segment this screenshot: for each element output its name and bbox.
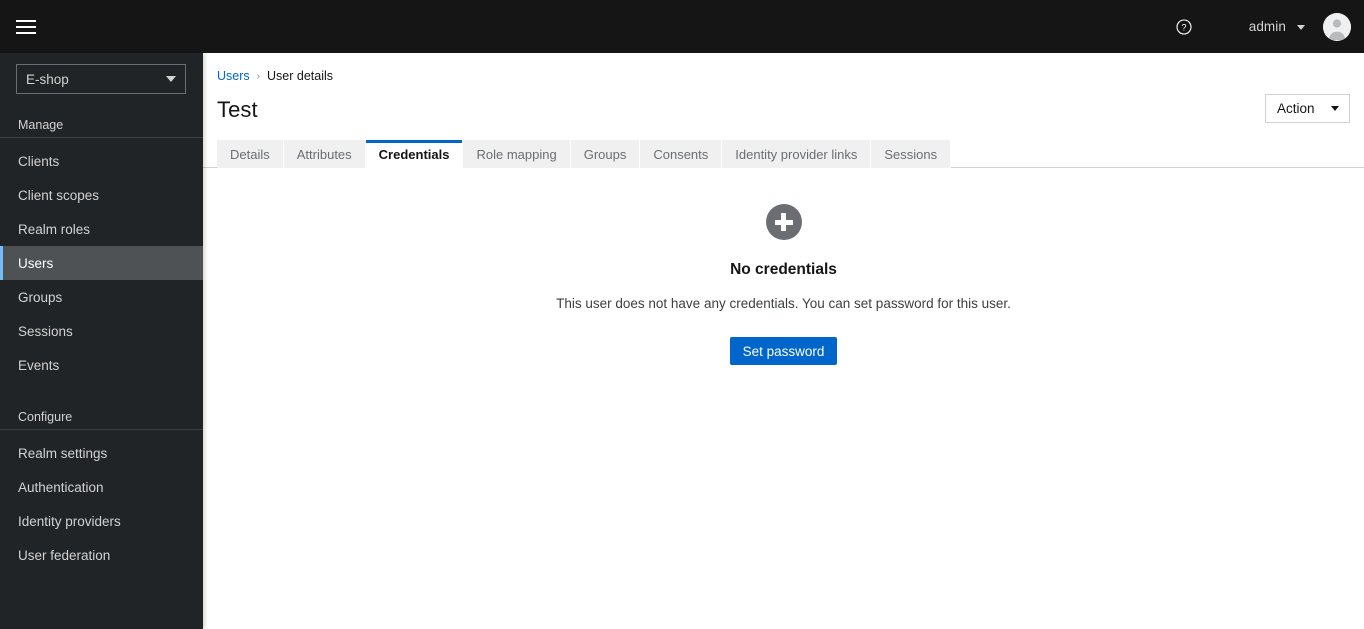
sidebar: E-shop Manage Clients Client scopes Real… <box>0 53 203 629</box>
breadcrumb-current: User details <box>267 69 333 83</box>
realm-selector-value: E-shop <box>26 71 69 87</box>
sidebar-item-user-federation[interactable]: User federation <box>0 538 203 572</box>
sidebar-item-label: Clients <box>18 153 60 169</box>
nav-list-configure: Realm settings Authentication Identity p… <box>0 430 203 572</box>
nav-list-manage: Clients Client scopes Realm roles Users … <box>0 138 203 382</box>
sidebar-item-identity-providers[interactable]: Identity providers <box>0 504 203 538</box>
username-label: admin <box>1248 19 1286 34</box>
svg-text:?: ? <box>1181 22 1186 32</box>
sidebar-item-label: Groups <box>18 289 63 305</box>
tab-label: Identity provider links <box>735 146 858 162</box>
sidebar-item-users[interactable]: Users <box>0 246 203 280</box>
set-password-button[interactable]: Set password <box>729 337 838 365</box>
hamburger-menu-icon[interactable] <box>3 0 49 53</box>
sidebar-item-realm-roles[interactable]: Realm roles <box>0 212 203 246</box>
user-menu-toggle[interactable]: admin <box>1249 19 1305 34</box>
empty-state-body: This user does not have any credentials.… <box>556 296 1011 311</box>
action-dropdown-label: Action <box>1277 101 1315 116</box>
avatar[interactable] <box>1323 12 1351 41</box>
sidebar-item-authentication[interactable]: Authentication <box>0 470 203 504</box>
tab-list: Details Attributes Credentials Role mapp… <box>203 140 1364 169</box>
sidebar-item-label: User federation <box>18 547 111 563</box>
tab-label: Consents <box>653 146 709 162</box>
tab-credentials[interactable]: Credentials <box>365 140 464 169</box>
masthead-toolbar: ? admin <box>1167 0 1364 53</box>
sidebar-item-realm-settings[interactable]: Realm settings <box>0 436 203 470</box>
tab-label: Attributes <box>296 146 352 162</box>
sidebar-item-sessions[interactable]: Sessions <box>0 314 203 348</box>
tab-label: Credentials <box>378 146 450 162</box>
tab-attributes[interactable]: Attributes <box>283 140 366 168</box>
sidebar-item-label: Sessions <box>18 323 73 339</box>
caret-down-icon <box>166 76 176 82</box>
main-content: Users › User details Test Action Details… <box>203 53 1364 629</box>
tab-bar: Details Attributes Credentials Role mapp… <box>203 140 1364 169</box>
keycloak-admin-console: ? admin E-shop Manage Clients Client sco… <box>0 0 1364 629</box>
tab-details[interactable]: Details <box>217 140 284 168</box>
sidebar-item-label: Client scopes <box>18 187 100 203</box>
masthead: ? admin <box>0 0 1364 53</box>
nav-section-title-configure: Configure <box>0 404 203 430</box>
caret-down-icon <box>1330 106 1339 111</box>
breadcrumb: Users › User details <box>217 67 1344 85</box>
breadcrumb-link-users[interactable]: Users <box>217 69 250 83</box>
help-circle-icon[interactable]: ? <box>1167 10 1201 44</box>
sidebar-item-clients[interactable]: Clients <box>0 144 203 178</box>
sidebar-item-label: Events <box>18 357 60 373</box>
plus-circle-icon <box>765 204 802 240</box>
hamburger-bar <box>16 31 36 34</box>
action-dropdown[interactable]: Action <box>1265 94 1350 123</box>
sidebar-item-groups[interactable]: Groups <box>0 280 203 314</box>
sidebar-item-label: Realm settings <box>18 445 108 461</box>
tab-groups[interactable]: Groups <box>570 140 641 168</box>
sidebar-item-label: Identity providers <box>18 513 121 529</box>
empty-state-title: No credentials <box>730 261 837 278</box>
breadcrumb-separator-icon: › <box>256 70 260 82</box>
tab-label: Groups <box>583 146 627 162</box>
tab-sessions[interactable]: Sessions <box>871 140 952 168</box>
sidebar-item-events[interactable]: Events <box>0 348 203 382</box>
tab-role-mapping[interactable]: Role mapping <box>463 140 571 168</box>
hamburger-bar <box>16 19 36 22</box>
sidebar-item-label: Realm roles <box>18 221 91 237</box>
tab-consents[interactable]: Consents <box>640 140 723 168</box>
realm-selector[interactable]: E-shop <box>16 64 186 94</box>
sidebar-item-client-scopes[interactable]: Client scopes <box>0 178 203 212</box>
page-title: Test <box>217 97 258 122</box>
title-row: Test Action <box>217 94 1350 126</box>
sidebar-item-label: Authentication <box>18 479 104 495</box>
tab-identity-provider-links[interactable]: Identity provider links <box>722 140 872 168</box>
tab-label: Role mapping <box>476 146 557 162</box>
chevron-down-icon <box>1297 25 1305 30</box>
nav-section-title-manage: Manage <box>0 112 203 138</box>
tab-label: Details <box>230 146 270 162</box>
page-header: Users › User details Test Action <box>203 53 1364 126</box>
tab-label: Sessions <box>884 146 938 162</box>
plus-vertical-bar <box>781 213 786 231</box>
sidebar-item-label: Users <box>18 255 54 271</box>
hamburger-bar <box>16 25 36 28</box>
empty-state-no-credentials: No credentials This user does not have a… <box>203 204 1364 365</box>
